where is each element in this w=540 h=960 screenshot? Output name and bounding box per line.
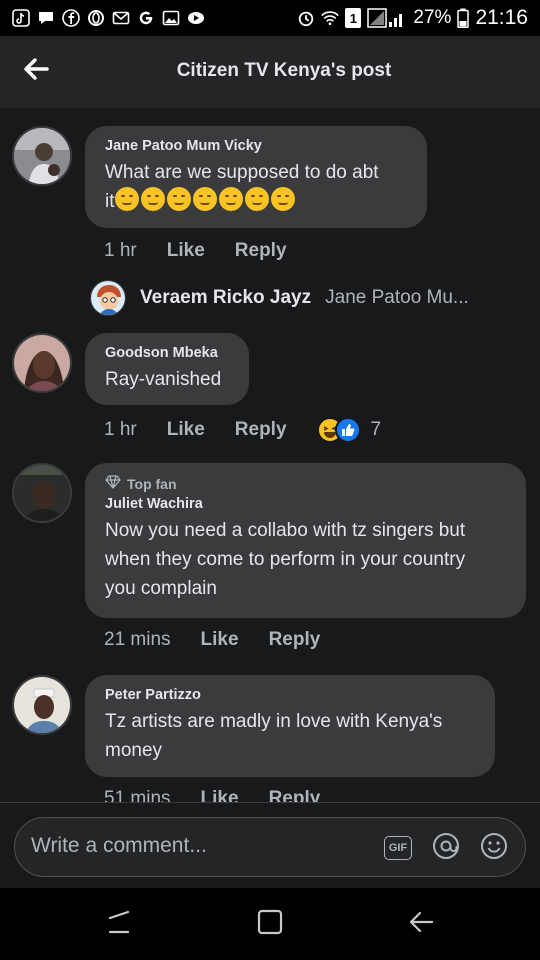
comment-text-line: What are we supposed to do abt [105, 162, 379, 183]
system-status: 1 27% 21:16 [297, 6, 528, 30]
comment-author[interactable]: Juliet Wachira [105, 496, 506, 512]
gallery-icon [162, 9, 180, 27]
comment-text-line: Tz artists are madly in love with Kenya'… [105, 711, 443, 732]
alarm-icon [297, 9, 315, 27]
thinking-emoji-icon [114, 187, 139, 211]
comment-time[interactable]: 1 hr [104, 240, 137, 262]
google-icon [137, 9, 155, 27]
home-button[interactable] [250, 908, 290, 940]
battery-icon [457, 8, 470, 28]
reactions-summary[interactable] [316, 417, 361, 443]
signal-icon [367, 8, 407, 28]
battery-percent: 27% [413, 7, 452, 28]
reply-preview[interactable]: Veraem Ricko Jayz Jane Patoo Mu... [90, 280, 469, 316]
recents-icon [104, 908, 132, 941]
status-bar: 1 27% 21:16 [0, 0, 540, 36]
comment-text: Now you need a collabo with tz singers b… [105, 516, 506, 603]
gmail-icon [112, 9, 130, 27]
comment-text-line: you complain [105, 578, 217, 599]
messenger-icon [37, 9, 55, 27]
reply-button[interactable]: Reply [235, 419, 287, 441]
reply-button[interactable]: Reply [235, 240, 287, 262]
comment-bubble[interactable]: Jane Patoo Mum Vicky What are we suppose… [85, 126, 427, 228]
post-header: Citizen TV Kenya's post [0, 36, 540, 108]
comment-text-line: Now you need a collabo with tz singers b… [105, 520, 466, 541]
smirk-emoji-icon [218, 187, 243, 211]
reaction-count[interactable]: 7 [371, 419, 382, 441]
comment-text: What are we supposed to do abt it [105, 158, 407, 216]
thinking-emoji-icon [192, 187, 217, 211]
avatar[interactable] [12, 126, 72, 186]
comments-list[interactable]: Jane Patoo Mum Vicky What are we suppose… [0, 108, 540, 802]
comment-actions: 21 mins Like Reply [104, 629, 350, 651]
reply-author[interactable]: Veraem Ricko Jayz [140, 287, 311, 309]
clock: 21:16 [475, 6, 528, 29]
comment-author[interactable]: Jane Patoo Mum Vicky [105, 138, 407, 154]
facebook-icon [62, 9, 80, 27]
opera-icon [87, 9, 105, 27]
comment-text-line: money [105, 740, 163, 761]
comment-bubble[interactable]: Peter Partizzo Tz artists are madly in l… [85, 675, 495, 777]
thinking-emoji-icon [140, 187, 165, 211]
gif-button[interactable]: GIF [383, 834, 413, 862]
recent-apps-button[interactable] [98, 908, 138, 940]
emoji-button[interactable] [479, 832, 509, 865]
sim-icon: 1 [345, 8, 362, 28]
comment-placeholder: Write a comment... [31, 834, 207, 857]
smiley-icon [480, 832, 508, 865]
comment-author[interactable]: Peter Partizzo [105, 687, 475, 703]
tiktok-icon [12, 9, 30, 27]
comment-text-line: it [105, 191, 115, 212]
reply-button[interactable]: Reply [269, 629, 321, 651]
comment-text: Tz artists are madly in love with Kenya'… [105, 707, 475, 765]
mention-button[interactable] [431, 832, 461, 865]
comment-actions: 1 hr Like Reply 7 [104, 417, 381, 443]
diamond-icon [105, 475, 121, 492]
like-button[interactable]: Like [167, 240, 205, 262]
avatar[interactable] [12, 675, 72, 735]
comment-composer: Write a comment... GIF [0, 802, 540, 888]
comment-input[interactable]: Write a comment... GIF [14, 817, 526, 877]
top-fan-badge: Top fan [105, 475, 506, 492]
gif-icon: GIF [384, 836, 412, 860]
smirk-emoji-icon [244, 187, 269, 211]
smirk-emoji-icon [270, 187, 295, 211]
back-nav-button[interactable] [402, 908, 442, 940]
avatar[interactable] [12, 333, 72, 393]
comment-bubble[interactable]: Goodson Mbeka Ray-vanished [85, 333, 249, 405]
comment-time[interactable]: 1 hr [104, 419, 137, 441]
comment-bubble[interactable]: Top fan Juliet Wachira Now you need a co… [85, 463, 526, 618]
comment-actions: 1 hr Like Reply [104, 240, 317, 262]
comment-text-line: when they come to perform in your countr… [105, 549, 466, 570]
system-navigation-bar [0, 888, 540, 960]
reply-button[interactable]: Reply [269, 788, 321, 802]
avatar[interactable] [12, 463, 72, 523]
at-sign-icon [432, 832, 460, 865]
wifi-icon [321, 9, 340, 27]
page-title: Citizen TV Kenya's post [176, 60, 392, 81]
back-icon [408, 908, 436, 941]
comment-author[interactable]: Goodson Mbeka [105, 345, 229, 361]
home-icon [256, 908, 284, 941]
thinking-emoji-icon [166, 187, 191, 211]
youtube-icon [187, 9, 205, 27]
comment-time[interactable]: 21 mins [104, 629, 171, 651]
like-button[interactable]: Like [201, 788, 239, 802]
comment-time[interactable]: 51 mins [104, 788, 171, 802]
avatar[interactable] [90, 280, 126, 316]
notification-icons [12, 9, 205, 27]
like-button[interactable]: Like [201, 629, 239, 651]
comment-actions: 51 mins Like Reply [104, 788, 350, 802]
top-fan-label: Top fan [127, 475, 177, 492]
reply-preview-text: Jane Patoo Mu... [325, 287, 469, 308]
comment-text: Ray-vanished [105, 369, 222, 390]
like-button[interactable]: Like [167, 419, 205, 441]
like-reaction-icon [334, 417, 361, 443]
